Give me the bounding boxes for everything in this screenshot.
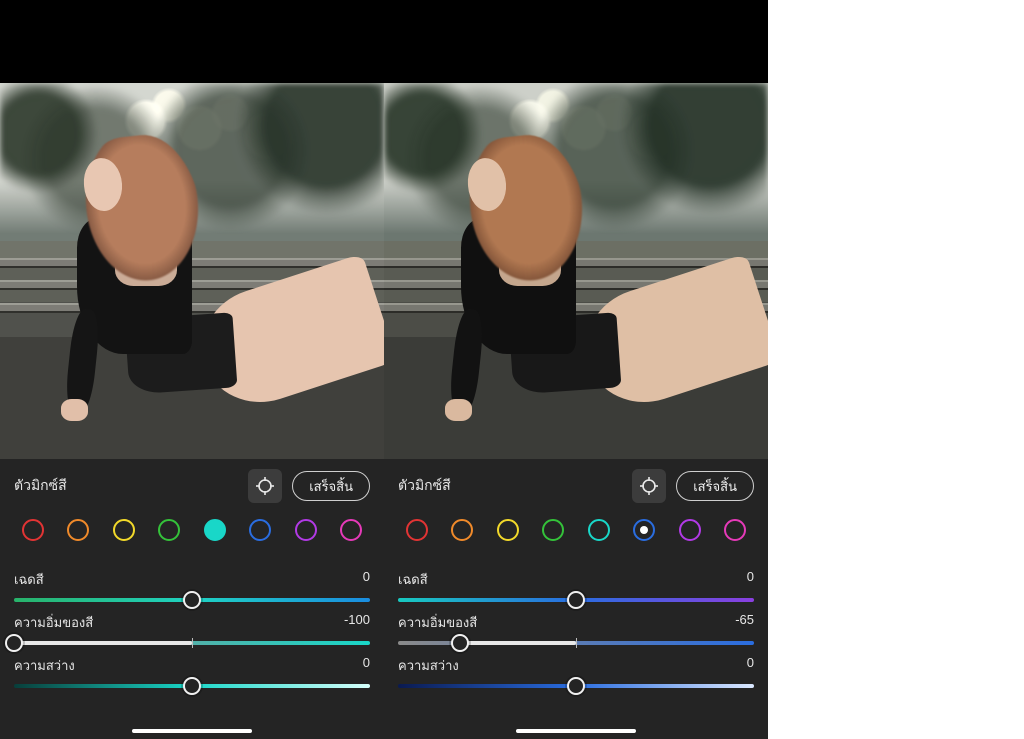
color-swatch-yellow[interactable] [113, 519, 135, 541]
side-by-side-panels: ตัวมิกซ์สี เสร็จสิ้น เฉดสี [0, 83, 768, 739]
color-swatch-blue[interactable] [633, 519, 655, 541]
saturation-value: -65 [735, 612, 754, 633]
app-stage: ตัวมิกซ์สี เสร็จสิ้น เฉดสี [0, 0, 768, 739]
top-black-bar [0, 0, 768, 83]
panel-title: ตัวมิกซ์สี [14, 475, 67, 497]
done-button-label: เสร็จสิ้น [693, 476, 737, 497]
hue-label: เฉดสี [14, 569, 44, 590]
panel-left: ตัวมิกซ์สี เสร็จสิ้น เฉดสี [0, 83, 384, 739]
color-swatch-magenta[interactable] [340, 519, 362, 541]
color-swatch-row-left [14, 513, 370, 559]
targeted-adjustment-button[interactable] [632, 469, 666, 503]
color-swatch-purple[interactable] [679, 519, 701, 541]
color-swatch-purple[interactable] [295, 519, 317, 541]
done-button-label: เสร็จสิ้น [309, 476, 353, 497]
luminance-slider[interactable] [398, 684, 754, 688]
done-button[interactable]: เสร็จสิ้น [292, 471, 370, 501]
done-button[interactable]: เสร็จสิ้น [676, 471, 754, 501]
color-swatch-red[interactable] [406, 519, 428, 541]
color-swatch-aqua[interactable] [588, 519, 610, 541]
saturation-value: -100 [344, 612, 370, 633]
hue-slider-row: เฉดสี 0 [14, 569, 370, 602]
luminance-slider-row: ความสว่าง 0 [398, 655, 754, 688]
saturation-label: ความอิ่มของสี [398, 612, 477, 633]
luminance-label: ความสว่าง [14, 655, 75, 676]
hue-value: 0 [747, 569, 754, 590]
luminance-value: 0 [747, 655, 754, 676]
color-swatch-orange[interactable] [67, 519, 89, 541]
color-swatch-orange[interactable] [451, 519, 473, 541]
target-icon [639, 476, 659, 496]
color-swatch-magenta[interactable] [724, 519, 746, 541]
hue-slider[interactable] [14, 598, 370, 602]
saturation-slider[interactable] [14, 641, 370, 645]
luminance-slider-row: ความสว่าง 0 [14, 655, 370, 688]
luminance-slider[interactable] [14, 684, 370, 688]
home-indicator[interactable] [516, 729, 636, 733]
target-icon [255, 476, 275, 496]
panel-title: ตัวมิกซ์สี [398, 475, 451, 497]
saturation-label: ความอิ่มของสี [14, 612, 93, 633]
saturation-slider[interactable] [398, 641, 754, 645]
photo-preview-left[interactable] [0, 83, 384, 459]
home-indicator[interactable] [132, 729, 252, 733]
panel-right: ตัวมิกซ์สี เสร็จสิ้น เฉดสี [384, 83, 768, 739]
hue-slider-row: เฉดสี 0 [398, 569, 754, 602]
color-mix-controls-left: ตัวมิกซ์สี เสร็จสิ้น เฉดสี [0, 459, 384, 739]
color-swatch-row-right [398, 513, 754, 559]
color-mix-controls-right: ตัวมิกซ์สี เสร็จสิ้น เฉดสี [384, 459, 768, 739]
color-swatch-yellow[interactable] [497, 519, 519, 541]
color-swatch-aqua[interactable] [204, 519, 226, 541]
luminance-value: 0 [363, 655, 370, 676]
luminance-label: ความสว่าง [398, 655, 459, 676]
photo-preview-right[interactable] [384, 83, 768, 459]
color-swatch-green[interactable] [158, 519, 180, 541]
color-swatch-green[interactable] [542, 519, 564, 541]
color-swatch-red[interactable] [22, 519, 44, 541]
color-swatch-blue[interactable] [249, 519, 271, 541]
saturation-slider-row: ความอิ่มของสี -100 [14, 612, 370, 645]
hue-label: เฉดสี [398, 569, 428, 590]
targeted-adjustment-button[interactable] [248, 469, 282, 503]
saturation-slider-row: ความอิ่มของสี -65 [398, 612, 754, 645]
hue-value: 0 [363, 569, 370, 590]
hue-slider[interactable] [398, 598, 754, 602]
